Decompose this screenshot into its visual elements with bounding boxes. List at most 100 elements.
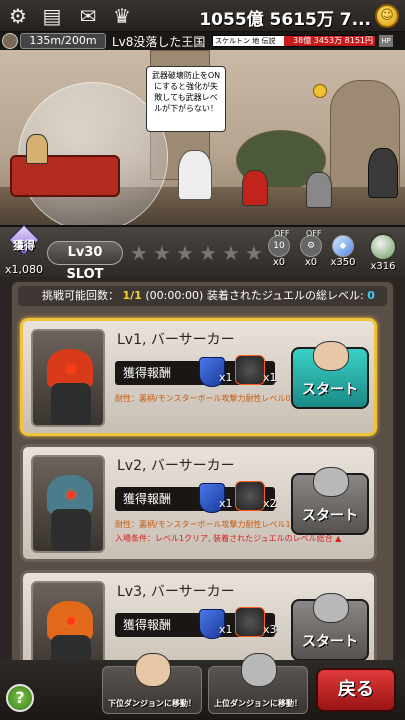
slot-button[interactable]: Lv30 SLOT [47,241,123,282]
start-face-icon [313,593,349,623]
reward-bar: 獲得報酬 x1 x3 [115,607,277,639]
reward-bar: 獲得報酬 x1 x1 [115,355,277,387]
ten-icon: 10 [268,235,290,257]
gain-jewel: 獲得 x1,080 [4,224,44,276]
reward-qty: x1 [219,623,233,636]
attempt-timer: (00:00:00) [145,289,204,302]
lower-dungeon-button[interactable]: 下位ダンジョンに移動！ [102,653,202,714]
reward-qty: x2 [263,497,277,510]
berserker-eye [67,617,75,625]
card-title: Lv1, バーサーカー [117,332,235,348]
orb-icon [369,233,397,261]
hp-tag: HP [379,35,393,47]
armor-icon [235,355,265,385]
reward-label: 獲得報酬 [123,618,172,632]
dwarf-face-icon [241,653,277,687]
back-button[interactable]: 戻る [316,668,396,712]
berserker-body [51,383,91,425]
star-icon: ★ [199,241,217,265]
slot-item-count: x0 [272,257,286,268]
star-icon: ★ [222,241,240,265]
star-icon: ★ [130,241,148,265]
reward-label: 獲得報酬 [123,366,172,380]
start-label: スタート [302,508,358,524]
jewel-level-label: 装着されたジュエルの総レベル: [206,289,364,302]
slot-item-count: x0 [304,257,318,268]
attempt-label: 挑戦可能回数： [42,289,119,302]
help-button[interactable]: ? [6,684,34,712]
upper-dungeon-button[interactable]: 上位ダンジョンに移動！ [208,653,308,714]
start-button[interactable]: スタート [291,593,369,661]
slot-item-count: x350 [330,257,356,268]
jewel-level-value: 0 [367,289,375,302]
start-label: スタート [302,634,358,650]
coin-drop-icon [313,84,327,98]
star-icon: ★ [245,241,263,265]
reward-qty: x1 [219,371,233,384]
avatar [2,33,18,49]
attempt-count: 1/1 [122,289,142,302]
enemy-unit [306,172,332,208]
star-icon: ★ [176,241,194,265]
star-icon: ★ [153,241,171,265]
tip-bubble: 武器破壊防止をONにすると強化が失敗しても武器レベルが下がらない！ [146,66,226,132]
armor-icon [235,481,265,511]
reward-qty: x1 [219,497,233,510]
card-title: Lv3, バーサーカー [117,584,235,600]
berserker-eye [67,365,75,373]
resistance-text: 耐性：裏柄/モンスターボール攻撃力耐性レベル1 [115,520,291,529]
slot-item-diamond[interactable]: ◆ x350 [328,235,358,268]
mail-icon[interactable]: ✉ [76,4,100,28]
dwarf-face-icon [135,653,171,687]
berserker-body [51,509,91,551]
enemy-soldier-unit [368,148,398,198]
slot-item-ten[interactable]: OFF 10 x0 [264,229,294,268]
dungeon-panel: 挑戦可能回数： 1/1 (00:00:00) 装着されたジュエルの総レベル: 0… [10,280,395,678]
stage-name: Lv8没落した王国 [112,35,206,49]
resistance-text: 耐性：裏柄/モンスターボール攻撃力耐性レベル0 [115,394,291,403]
reward-qty: x1 [263,371,277,384]
special-gem[interactable]: x316 [362,231,404,277]
start-face-icon [313,341,349,371]
battle-scene: 武器破壊防止をONにすると強化が失敗しても武器レベルが下がらない！ [0,50,405,225]
profile-card-icon[interactable]: ▤ [40,4,64,28]
berserker-portrait [31,329,105,427]
reward-label: 獲得報酬 [123,492,172,506]
enemy-name: スケルトン 地 伝説 [215,37,276,45]
diamond-icon: ◆ [332,235,354,257]
start-button[interactable]: スタート [291,467,369,535]
card-title: Lv2, バーサーカー [117,458,235,474]
top-bar: ⚙ ▤ ✉ ♛ 1055億 5615万 7... ☺ [0,0,405,32]
dungeon-card: Lv1, バーサーカー 獲得報酬 x1 x1 耐性：裏柄/モンスターボール攻撃力… [20,318,377,436]
enemy-hp-value: 38億 3453万 8151円 [293,36,373,45]
special-gem-count: x316 [370,261,396,272]
start-button[interactable]: スタート [291,341,369,409]
archer-unit [242,170,268,206]
start-label: スタート [302,382,358,398]
gain-label: 獲得 [13,239,35,252]
status-bar: 135m/200m Lv8没落した王国 スケルトン 地 伝説 38億 3453万… [0,32,405,50]
reward-bar: 獲得報酬 x1 x2 [115,481,277,513]
trophy-icon[interactable]: ♛ [110,4,134,28]
gain-count: x1,080 [4,263,43,276]
berserker-portrait [31,455,105,553]
coin-icon: ☺ [375,4,399,28]
upper-dungeon-label: 上位ダンジョンに移動！ [214,699,302,708]
toggle-off-label: OFF [274,229,290,238]
gold-amount: 1055億 5615万 7... [199,10,371,30]
bottom-bar: ? 下位ダンジョンに移動！ 上位ダンジョンに移動！ 戻る [0,653,405,720]
start-face-icon [313,467,349,497]
gear-small-icon: ⚙ [300,235,322,257]
gear-icon[interactable]: ⚙ [6,4,30,28]
slot-item-gear[interactable]: OFF ⚙ x0 [296,229,326,268]
wagon-rider-unit [26,134,48,164]
enemy-hp-bar: スケルトン 地 伝説 38億 3453万 8151円 [212,35,376,47]
lower-dungeon-label: 下位ダンジョンに移動！ [108,699,196,708]
white-knight-unit [178,150,212,200]
reward-qty: x3 [263,623,277,636]
info-bar: 挑戦可能回数： 1/1 (00:00:00) 装着されたジュエルの総レベル: 0 [18,286,387,306]
distance-progress: 135m/200m [20,33,106,49]
armor-icon [235,607,265,637]
berserker-eye [67,491,75,499]
toggle-off-label: OFF [306,229,322,238]
